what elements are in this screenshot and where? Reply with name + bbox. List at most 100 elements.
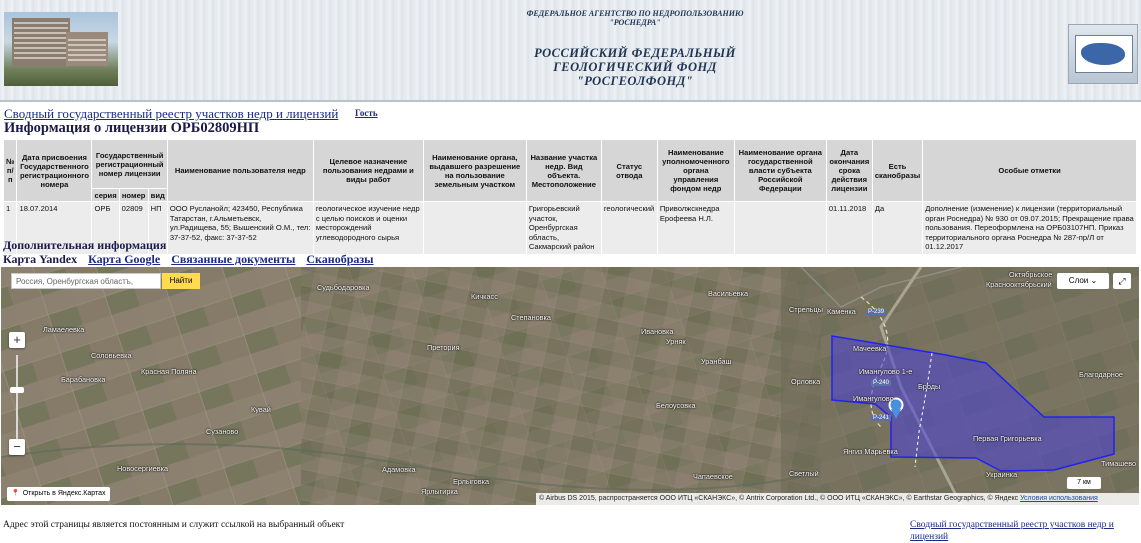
map-place-label: Стрельцы xyxy=(789,305,823,314)
map-place-label: Ламаелевка xyxy=(43,325,85,334)
fund-line3: "РОСГЕОЛФОНД" xyxy=(576,74,694,88)
map-place-label: Кичкасс xyxy=(471,292,498,301)
guest-link[interactable]: Гость xyxy=(355,108,378,118)
col-scans: Есть сканобразы xyxy=(871,139,924,202)
map-google-link[interactable]: Карта Google xyxy=(88,252,160,266)
scans-link[interactable]: Сканобразы xyxy=(306,252,373,266)
satellite-imagery xyxy=(1,267,1139,505)
map-place-label: Белоусовка xyxy=(656,401,696,410)
cell-notes: Дополнение (изменение) к лицензии (терри… xyxy=(922,201,1137,255)
col-expiry: Дата окончания срока действия лицензии xyxy=(825,139,873,202)
map-place-label: Соловьевка xyxy=(91,351,132,360)
cell-status: геологический xyxy=(600,201,658,255)
map-place-label: Октябрьское xyxy=(1009,270,1053,279)
agency-name: ФЕДЕРАЛЬНОЕ АГЕНТСТВО ПО НЕДРОПОЛЬЗОВАНИ… xyxy=(460,9,810,27)
map-place-label: Урняк xyxy=(666,337,686,346)
map-place-label: Чапаевское xyxy=(693,472,733,481)
map-place-label: Уранбаш xyxy=(701,357,732,366)
copyright-text: © Airbus DS 2015, распространяется ООО И… xyxy=(539,495,1019,502)
scale-indicator: 7 км xyxy=(1067,477,1101,489)
permalink-text: Адрес этой страницы является постоянным … xyxy=(3,520,345,530)
open-yandex-maps-button[interactable]: 📍 Открыть в Яндекс.Картах xyxy=(7,487,110,501)
cell-organ xyxy=(422,201,527,255)
map-search-input[interactable]: Россия, Оренбургская областъ, xyxy=(11,273,161,289)
extra-info-title: Дополнительная информация xyxy=(3,238,167,252)
license-title: Информация о лицензии ОРБ02809НП xyxy=(4,120,260,136)
zoom-out-button[interactable]: − xyxy=(9,439,25,455)
road-label: Р-240 xyxy=(871,380,892,386)
map-place-label: Первая Григорьевка xyxy=(973,434,1042,443)
zoom-handle[interactable] xyxy=(10,387,24,393)
map-place-label: Благодарное xyxy=(1079,370,1123,379)
footer-registry-link[interactable]: Сводный государственный реестр участков … xyxy=(910,519,1135,543)
map-place-label: Судьбодаровка xyxy=(317,283,370,292)
table-row: 1 18.07.2014 ОРБ 02809 НП ООО Русланойл;… xyxy=(2,201,1137,255)
cell-scans: Да xyxy=(871,201,924,255)
road-label: Р-239 xyxy=(866,309,887,315)
col-authority: Наименование уполномоченного органа упра… xyxy=(656,139,735,202)
map-place-label: Тимашево xyxy=(1101,459,1137,468)
col-date: Дата присвоения Государственного регистр… xyxy=(16,139,93,202)
fund-name: РОССИЙСКИЙ ФЕДЕРАЛЬНЫЙ ГЕОЛОГИЧЕСКИЙ ФОН… xyxy=(470,46,800,88)
agency-line1: ФЕДЕРАЛЬНОЕ АГЕНТСТВО ПО НЕДРОПОЛЬЗОВАНИ… xyxy=(526,9,744,18)
map-place-label: Броды xyxy=(918,382,941,391)
cell-site: Григорьевский участок, Оренбургская обла… xyxy=(525,201,602,255)
map-place-label: Каменка xyxy=(827,307,856,316)
license-table: № п/п Дата присвоения Государственного р… xyxy=(2,139,1137,255)
cell-expiry: 01.11.2018 xyxy=(825,201,873,255)
cell-user: ООО Русланойл; 423450, Республика Татарс… xyxy=(166,201,314,255)
cell-purpose: геологическое изучение недр с целью поис… xyxy=(312,201,424,255)
map-place-label: Степановка xyxy=(511,313,551,322)
cell-authority: Приволжскнедра Ерофеева Н.Л. xyxy=(656,201,735,255)
open-yandex-label: Открыть в Яндекс.Картах xyxy=(22,490,106,497)
map-place-label: Ярлыгирка xyxy=(421,487,458,496)
layers-button[interactable]: Слои ⌄ xyxy=(1057,273,1109,289)
col-vid: вид xyxy=(147,188,168,202)
chevron-down-icon: ⌄ xyxy=(1090,276,1098,285)
map-links: Карта Yandex Карта Google Связанные доку… xyxy=(3,252,382,267)
col-user: Наименование пользователя недр xyxy=(166,139,314,202)
col-regnum: Государственный регистрационный номер ли… xyxy=(91,139,168,189)
fund-line1: РОССИЙСКИЙ ФЕДЕРАЛЬНЫЙ xyxy=(534,46,736,60)
road-label: Р-241 xyxy=(871,415,892,421)
layers-label: Слои xyxy=(1068,276,1089,285)
map-place-label: Украинка xyxy=(986,470,1018,479)
map-copyright: © Airbus DS 2015, распространяется ООО И… xyxy=(536,493,1139,505)
related-docs-link[interactable]: Связанные документы xyxy=(171,252,295,266)
map-place-label: Новосергиевка xyxy=(117,464,169,473)
map-place-label: Имангулово xyxy=(853,394,894,403)
col-status: Статус отвода xyxy=(600,139,658,202)
fullscreen-icon[interactable]: ⤢ xyxy=(1113,273,1131,289)
zoom-track[interactable] xyxy=(16,355,18,441)
col-site: Название участка недр. Вид объекта. Мест… xyxy=(525,139,602,202)
map-pin-icon: 📍 xyxy=(11,490,20,497)
cell-state-authority xyxy=(733,201,827,255)
col-seria: серия xyxy=(91,188,120,202)
map-place-label: Васильевка xyxy=(708,289,749,298)
col-num: № п/п xyxy=(2,139,18,202)
map-place-label: Орловка xyxy=(791,377,821,386)
zoom-in-button[interactable]: + xyxy=(9,332,25,348)
fund-line2: ГЕОЛОГИЧЕСКИЙ ФОНД xyxy=(553,60,717,74)
col-purpose: Целевое назначение пользования недрами и… xyxy=(312,139,424,202)
map-place-label: Барабановка xyxy=(61,375,106,384)
terms-link[interactable]: Условия использования xyxy=(1020,495,1098,502)
map-place-label: Кувай xyxy=(251,405,271,414)
yandex-map[interactable]: Россия, Оренбургская областъ, Найти + − … xyxy=(1,267,1139,505)
col-nomer: номер xyxy=(118,188,149,202)
map-place-label: Красная Поляна xyxy=(141,367,197,376)
map-place-label: Имангулово 1-е xyxy=(859,367,913,376)
site-header: ФЕДЕРАЛЬНОЕ АГЕНТСТВО ПО НЕДРОПОЛЬЗОВАНИ… xyxy=(0,0,1141,102)
col-state-authority: Наименование органа государственной влас… xyxy=(733,139,827,202)
map-find-button[interactable]: Найти xyxy=(162,273,200,289)
map-place-label: Мачеевка xyxy=(853,344,887,353)
map-place-label: Янгиз Марьевка xyxy=(843,447,898,456)
map-place-label: Претория xyxy=(427,343,460,352)
map-yandex-label: Карта Yandex xyxy=(3,252,78,266)
rosgeolfond-logo xyxy=(1068,24,1138,84)
col-notes: Особые отметки xyxy=(922,139,1137,202)
map-place-label: Краснооктябрьский xyxy=(986,280,1052,289)
agency-line2: "РОСНЕДРА" xyxy=(609,18,661,27)
building-photo xyxy=(4,12,118,86)
map-place-label: Ивановка xyxy=(641,327,674,336)
